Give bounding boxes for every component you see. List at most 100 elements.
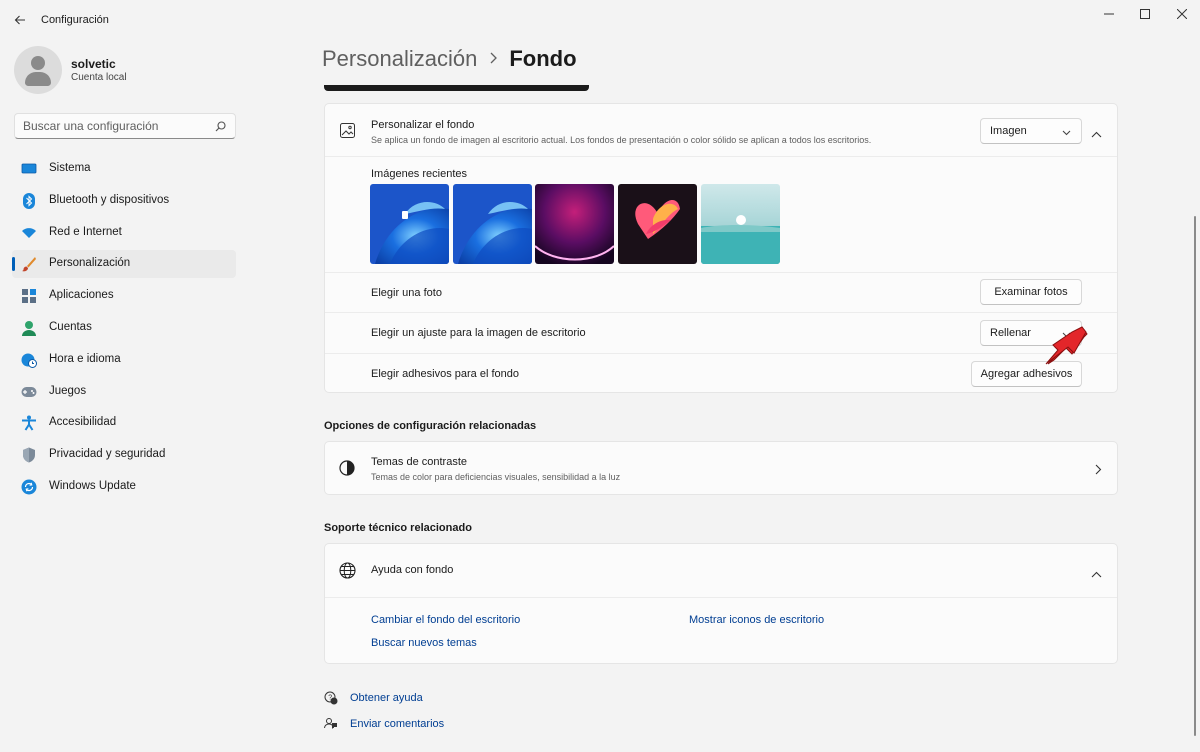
sidebar-item-bluetooth[interactable]: Bluetooth y dispositivos [12,187,236,215]
wifi-icon [21,225,37,241]
svg-text:?: ? [328,695,332,702]
sidebar-item-aplicaciones[interactable]: Aplicaciones [12,282,236,310]
preview-edge [324,85,589,91]
sidebar-item-hora[interactable]: Hora e idioma [12,346,236,374]
sidebar-item-label: Hora e idioma [49,352,121,365]
sidebar-item-label: Bluetooth y dispositivos [49,193,170,206]
sidebar-item-label: Cuentas [49,320,92,333]
fit-label: Elegir un ajuste para la imagen de escri… [371,327,586,339]
link-find-new-themes[interactable]: Buscar nuevos temas [371,637,477,649]
scrollbar[interactable] [1194,216,1196,736]
divider [325,597,1117,598]
background-type-dropdown[interactable]: Imagen [980,118,1082,144]
related-settings-heading: Opciones de configuración relacionadas [324,420,537,432]
choose-photo-label: Elegir una foto [371,287,442,299]
sidebar-item-cuentas[interactable]: Cuentas [12,314,236,342]
support-card: Ayuda con fondo Cambiar el fondo del esc… [324,543,1118,664]
chevron-right-icon [1095,463,1102,478]
background-title: Personalizar el fondo [371,119,475,131]
minimize-button[interactable] [1097,6,1121,22]
sidebar-item-label: Accesibilidad [49,416,117,429]
contrast-icon [339,460,355,479]
recent-image-thumbnail[interactable] [701,184,780,264]
fit-value: Rellenar [990,327,1031,339]
chevron-up-icon[interactable] [1091,126,1102,141]
accessibility-icon [21,415,37,431]
close-button[interactable] [1170,6,1194,22]
chevron-right-icon [489,51,498,68]
sidebar-item-label: Aplicaciones [49,289,114,302]
help-icon: ? [324,691,338,708]
minimize-icon [1104,13,1114,15]
help-title: Ayuda con fondo [371,564,454,576]
bluetooth-icon [21,192,37,209]
maximize-button[interactable] [1133,6,1157,22]
send-feedback-link[interactable]: Enviar comentarios [350,718,444,730]
get-help-link[interactable]: Obtener ayuda [350,692,423,704]
link-change-desktop-background[interactable]: Cambiar el fondo del escritorio [371,614,520,626]
divider [325,272,1117,273]
breadcrumb-parent[interactable]: Personalización [322,46,477,72]
feedback-icon [324,717,338,734]
recent-images-label: Imágenes recientes [371,168,467,180]
avatar [14,46,62,94]
sidebar-item-label: Juegos [49,384,87,397]
update-icon [21,479,37,495]
search-input[interactable] [15,114,205,138]
recent-image-thumbnail[interactable] [535,184,614,264]
sidebar-item-personalizacion[interactable]: Personalización [12,250,236,279]
window-title: Configuración [41,14,109,26]
profile-account-type: Cuenta local [71,72,127,83]
link-show-desktop-icons[interactable]: Mostrar iconos de escritorio [689,614,824,626]
sidebar-item-label: Red e Internet [49,225,122,238]
globe-clock-icon [21,352,37,368]
breadcrumb: Personalización Fondo [322,46,577,72]
recent-image-thumbnail[interactable] [618,184,697,264]
contrast-subtitle: Temas de color para deficiencias visuale… [371,472,621,482]
contrast-title: Temas de contraste [371,456,467,468]
profile-name: solvetic [71,57,116,71]
page-title: Fondo [509,46,577,71]
stickers-label: Elegir adhesivos para el fondo [371,368,519,380]
sidebar-item-label: Sistema [49,162,91,174]
user-profile[interactable]: solvetic Cuenta local [14,46,127,94]
close-icon [1177,9,1187,19]
apps-icon [21,288,37,304]
divider [325,312,1117,313]
sidebar-nav: Sistema Bluetooth y dispositivos Red e I… [12,155,236,505]
contrast-themes-card[interactable]: Temas de contraste Temas de color para d… [324,441,1118,495]
gamepad-icon [21,384,37,400]
background-type-value: Imagen [990,125,1027,137]
browse-photos-button[interactable]: Examinar fotos [980,279,1082,305]
sidebar-item-sistema[interactable]: Sistema [12,155,236,183]
sidebar-item-accesibilidad[interactable]: Accesibilidad [12,409,236,437]
background-description: Se aplica un fondo de imagen al escritor… [371,135,872,145]
pointer-arrow-icon [1045,326,1088,365]
back-arrow-icon [14,15,25,25]
monitor-icon [21,161,37,177]
account-icon [21,320,37,336]
chevron-up-icon[interactable] [1091,566,1102,581]
title-bar: Configuración [0,0,1200,40]
brush-icon [21,256,37,272]
support-heading: Soporte técnico relacionado [324,522,472,534]
picture-icon [340,123,355,141]
globe-icon [339,562,356,582]
maximize-icon [1140,9,1150,19]
chevron-down-icon [1062,127,1071,139]
divider [325,156,1117,157]
recent-image-thumbnail[interactable] [370,184,449,264]
sidebar-item-privacidad[interactable]: Privacidad y seguridad [12,441,236,469]
sidebar-item-juegos[interactable]: Juegos [12,378,236,406]
recent-image-thumbnail[interactable] [453,184,532,264]
sidebar-item-red[interactable]: Red e Internet [12,219,236,247]
search-box[interactable] [14,113,236,139]
divider [325,353,1117,354]
sidebar-item-label: Personalización [49,257,131,270]
sidebar-item-label: Privacidad y seguridad [49,448,166,461]
shield-icon [21,447,37,463]
sidebar-item-label: Windows Update [49,479,136,492]
sidebar-item-windows-update[interactable]: Windows Update [12,473,236,501]
back-button[interactable] [8,8,32,32]
search-icon[interactable] [215,120,226,135]
